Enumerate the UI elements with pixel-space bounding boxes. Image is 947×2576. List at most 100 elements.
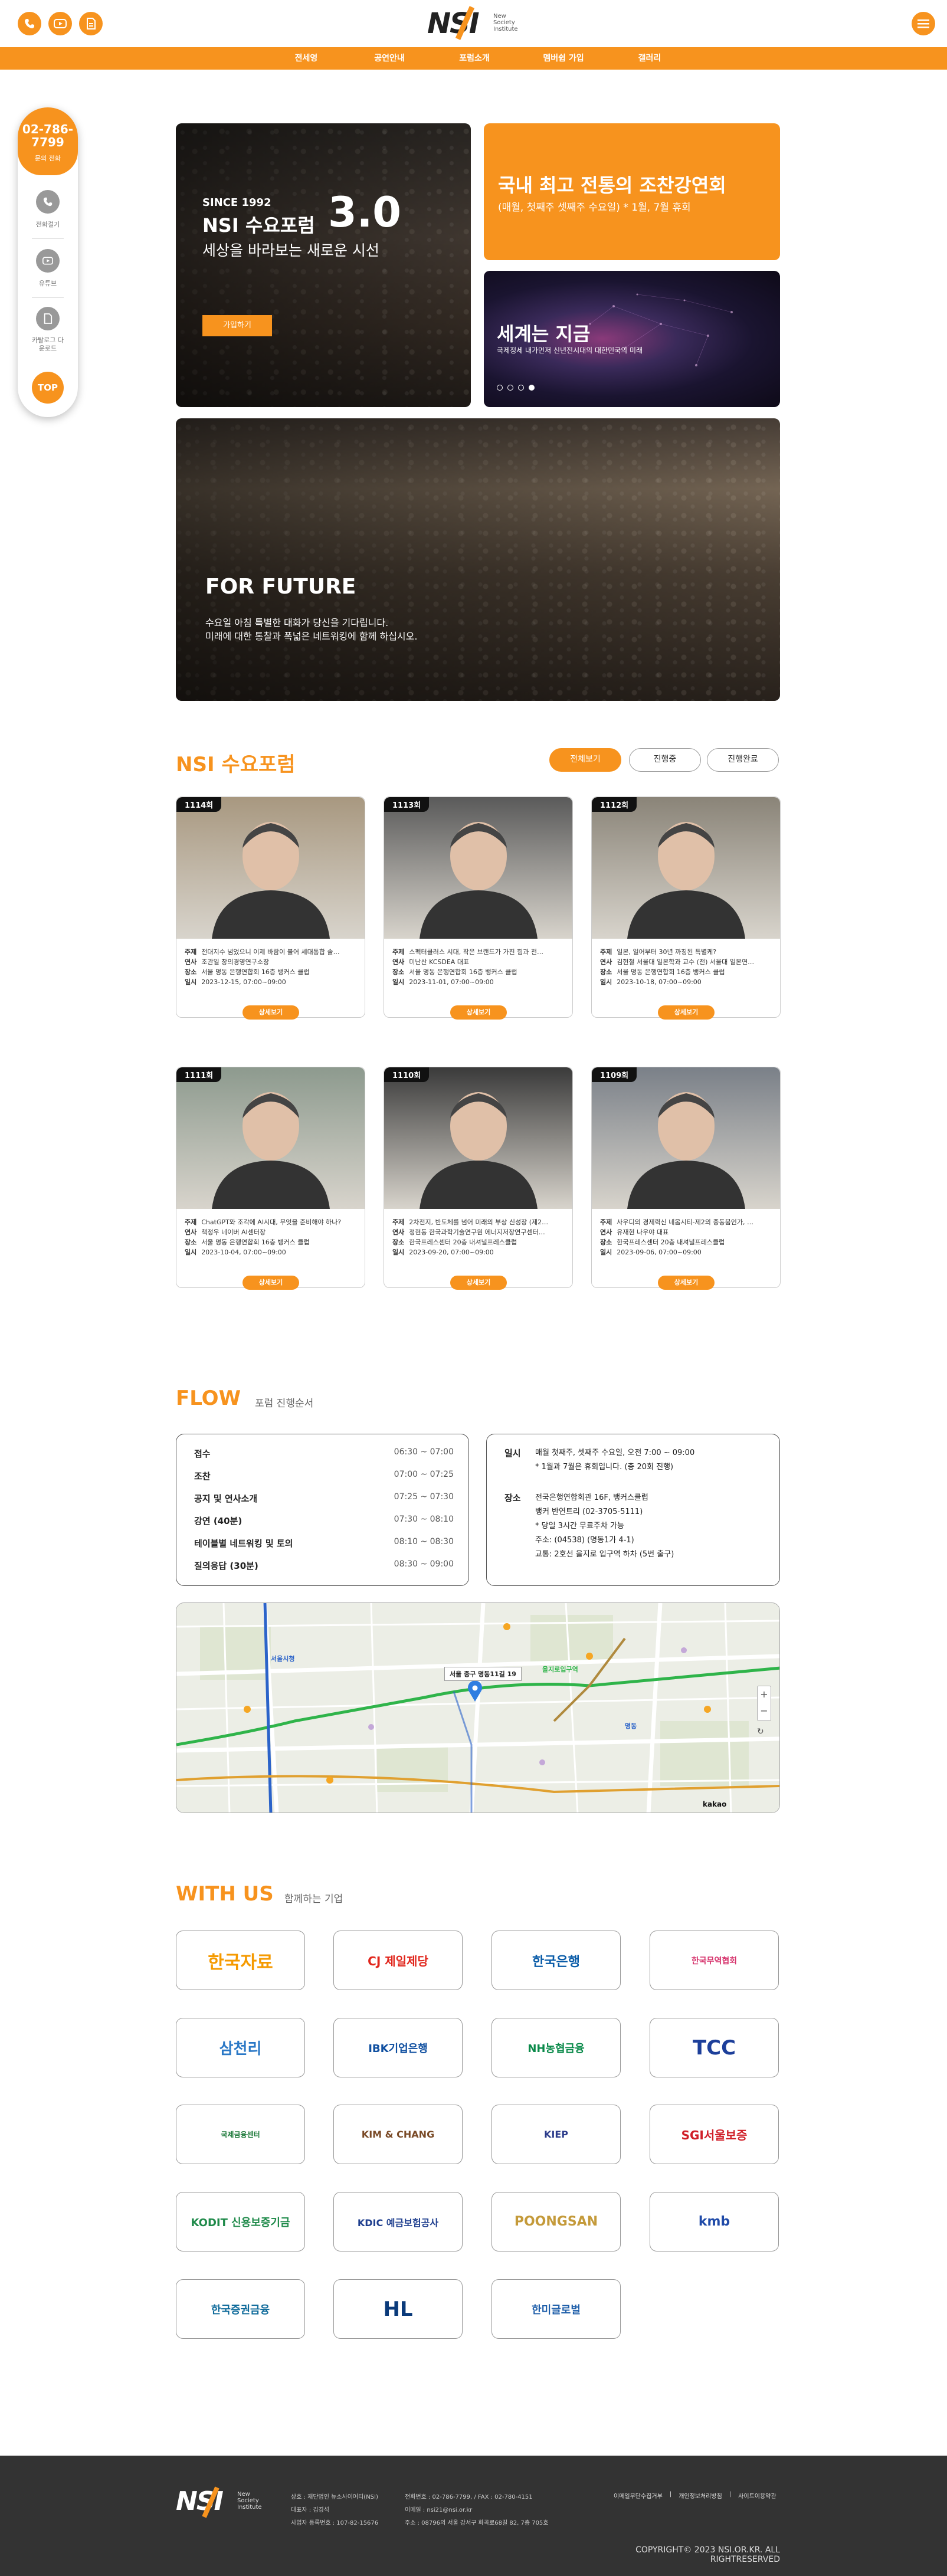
top-button[interactable]: TOP bbox=[32, 372, 64, 404]
details-button[interactable]: 상세보기 bbox=[658, 1005, 715, 1020]
hero-main-banner[interactable]: SINCE 1992 NSI 수요포럼 3.0 세상을 바라보는 새로운 시선 … bbox=[176, 123, 471, 407]
details-button[interactable]: 상세보기 bbox=[450, 1276, 507, 1290]
footer-link[interactable]: 개인정보처리방침 bbox=[679, 2491, 722, 2500]
hero-version: 3.0 bbox=[328, 188, 402, 237]
partner-logo[interactable]: KDIC 예금보험공사 bbox=[333, 2192, 463, 2251]
partner-logo[interactable]: KIEP bbox=[491, 2105, 621, 2164]
location-map[interactable]: 서울 중구 명동11길 19 서울시청 을지로입구역 명동 + − ↻ kakao bbox=[176, 1602, 780, 1813]
menu-icon[interactable] bbox=[912, 12, 935, 35]
forum-topic: 주제 일본, 일어부터 30년 까칭된 특별케? bbox=[600, 948, 717, 956]
carousel-dots bbox=[497, 385, 535, 391]
footer-link[interactable]: 이메일무단수집거부 bbox=[614, 2491, 663, 2500]
partner-logo[interactable]: 한국무역협회 bbox=[650, 1931, 779, 1990]
forum-card[interactable]: 1111회 주제 ChatGPT와 조각에 AI시대, 무엇을 준비해야 하나? 연사… bbox=[176, 1067, 365, 1290]
forum-place: 장소 한국프레스센터 20층 내셔널프레스클럽 bbox=[600, 1238, 725, 1246]
partner-logo[interactable]: 삼천리 bbox=[176, 2018, 305, 2077]
flow-section-subtitle: 포럼 진행순서 bbox=[255, 1398, 314, 1410]
forum-date: 일시 2023-09-20, 07:00~09:00 bbox=[392, 1248, 494, 1256]
forum-date: 일시 2023-09-06, 07:00~09:00 bbox=[600, 1248, 702, 1256]
partner-logo[interactable]: TCC bbox=[650, 2018, 779, 2077]
partner-logo[interactable]: 한미글로벌 bbox=[491, 2279, 621, 2339]
map-zoom-control[interactable]: + − bbox=[757, 1686, 771, 1721]
carousel-dot[interactable] bbox=[507, 385, 513, 391]
forum-date: 일시 2023-10-04, 07:00~09:00 bbox=[185, 1248, 286, 1256]
partner-name: 한국자료 bbox=[208, 1952, 273, 1973]
forum-speaker: 연사 책정우 네이버 AI센터장 bbox=[185, 1228, 266, 1236]
schedule-banner[interactable]: 국내 최고 전통의 조찬강연회 (매월, 첫째주 셋째주 수요일) * 1월, … bbox=[484, 123, 780, 260]
details-button[interactable]: 상세보기 bbox=[243, 1005, 299, 1020]
forum-place: 장소 서울 명동 은행연합회 16층 뱅커스 클럽 bbox=[185, 968, 310, 976]
forum-details: 주제 전대지수 넘었으니 이제 바람이 불어 세대통합 솔… 연사 조관일 창의경영연… bbox=[185, 947, 359, 987]
partner-logo[interactable]: SGI서울보증 bbox=[650, 2105, 779, 2164]
forum-number: 1111회 bbox=[176, 1067, 222, 1082]
schedule-subtitle: (매월, 첫째주 셋째주 수요일) * 1월, 7월 휴회 bbox=[498, 202, 691, 214]
partner-name: CJ 제일제당 bbox=[368, 1954, 428, 1968]
phone-icon bbox=[36, 190, 60, 214]
forum-speaker: 연사 유재현 나우야 대표 bbox=[600, 1228, 669, 1236]
partner-name: IBK기업은행 bbox=[368, 2042, 428, 2055]
kakao-logo: kakao bbox=[703, 1800, 727, 1808]
catalog-label: 카탈로그 다운로드 bbox=[31, 336, 64, 352]
carousel-dot[interactable] bbox=[497, 385, 503, 391]
nav-item-4[interactable]: 멤버쉽 가입 bbox=[516, 47, 611, 70]
forum-date: 일시 2023-12-15, 07:00~09:00 bbox=[185, 978, 286, 986]
youtube-icon bbox=[36, 249, 60, 273]
divider bbox=[32, 238, 64, 239]
phone-badge[interactable]: 02-786-7799 문의 전화 bbox=[18, 107, 78, 175]
partner-logo[interactable]: KIM & CHANG bbox=[333, 2105, 463, 2164]
nav-item-2[interactable]: 공연안내 bbox=[342, 47, 437, 70]
filter-ongoing-button[interactable]: 진행중 bbox=[629, 748, 701, 772]
flow-step: 공지 및 연사소개 07:25 ~ 07:30 bbox=[194, 1492, 454, 1504]
partner-logo[interactable]: kmb bbox=[650, 2192, 779, 2251]
forum-card[interactable]: 1110회 주제 2차전지, 반도체를 넘어 미래의 부상 신성장 (제2… 연사 정현… bbox=[384, 1067, 573, 1290]
forum-card[interactable]: 1109회 주제 사우디의 경제력신 네옴시티-제2의 중동붐인가, … 연사 유재현 … bbox=[591, 1067, 781, 1290]
nav-item-5[interactable]: 갤러리 bbox=[602, 47, 697, 70]
details-button[interactable]: 상세보기 bbox=[658, 1276, 715, 1290]
forum-card[interactable]: 1113회 주제 스펙터클러스 시대, 작은 브랜드가 가진 힘과 전… 연사 미난산 … bbox=[384, 797, 573, 1020]
partner-name: KODIT 신용보증기금 bbox=[191, 2216, 290, 2229]
youtube-icon[interactable] bbox=[48, 12, 72, 35]
call-button[interactable]: 전화걸기 bbox=[18, 190, 78, 229]
partner-logo[interactable]: 한국은행 bbox=[491, 1931, 621, 1990]
flow-section-title: FLOW bbox=[176, 1387, 241, 1410]
partner-logo[interactable]: 한국자료 bbox=[176, 1931, 305, 1990]
partner-logo[interactable]: IBK기업은행 bbox=[333, 2018, 463, 2077]
forum-details: 주제 일본, 일어부터 30년 까칭된 특별케? 연사 김현철 서울대 일본학과 교수… bbox=[600, 947, 774, 987]
filter-done-button[interactable]: 진행완료 bbox=[707, 748, 779, 772]
details-button[interactable]: 상세보기 bbox=[450, 1005, 507, 1020]
forum-topic: 주제 2차전지, 반도체를 넘어 미래의 부상 신성장 (제2… bbox=[392, 1218, 549, 1226]
map-pin-icon[interactable] bbox=[467, 1681, 483, 1702]
catalog-button[interactable]: 카탈로그 다운로드 bbox=[18, 307, 78, 353]
forum-card[interactable]: 1112회 주제 일본, 일어부터 30년 까칭된 특별케? 연사 김현철 서울대 일본… bbox=[591, 797, 781, 1020]
footer-link[interactable]: 사이트이용약관 bbox=[738, 2491, 776, 2500]
partner-name: 한미글로벌 bbox=[532, 2303, 581, 2316]
phone-icon[interactable] bbox=[18, 12, 41, 35]
join-button[interactable]: 가입하기 bbox=[202, 315, 272, 336]
partner-logo[interactable]: NH농협금융 bbox=[491, 2018, 621, 2077]
map-pin-label: 서울 중구 명동11길 19 bbox=[444, 1667, 522, 1681]
partner-logo[interactable]: 한국증권금융 bbox=[176, 2279, 305, 2339]
forum-topic: 주제 전대지수 넘었으니 이제 바람이 불어 세대통합 솔… bbox=[185, 948, 340, 956]
partners-section-title: WITH US bbox=[176, 1882, 274, 1906]
filter-all-button[interactable]: 전체보기 bbox=[549, 748, 621, 772]
footer-logo[interactable]: NSI New Society Institute bbox=[176, 2486, 270, 2522]
since-label: SINCE 1992 bbox=[202, 196, 271, 209]
nav-item-3[interactable]: 포럼소개 bbox=[427, 47, 522, 70]
partner-logo[interactable]: CJ 제일제당 bbox=[333, 1931, 463, 1990]
refresh-icon[interactable]: ↻ bbox=[757, 1727, 764, 1736]
carousel-dot-active[interactable] bbox=[529, 385, 535, 391]
details-button[interactable]: 상세보기 bbox=[243, 1276, 299, 1290]
site-footer: NSI New Society Institute 상호 : 재단법인 뉴소사이어티… bbox=[0, 2456, 947, 2576]
partner-logo[interactable]: HL bbox=[333, 2279, 463, 2339]
document-icon[interactable] bbox=[79, 12, 103, 35]
world-now-banner[interactable]: 세계는 지금 국제정세 내가먼저 신년전시대의 대한민국의 미래 bbox=[484, 271, 780, 407]
carousel-dot[interactable] bbox=[518, 385, 524, 391]
partner-logo[interactable]: KODIT 신용보증기금 bbox=[176, 2192, 305, 2251]
nav-item-1[interactable]: 전세영 bbox=[259, 47, 353, 70]
youtube-button[interactable]: 유튜브 bbox=[18, 249, 78, 288]
partner-logo[interactable]: 국제금융센터 bbox=[176, 2105, 305, 2164]
world-now-subtitle: 국제정세 내가먼저 신년전시대의 대한민국의 미래 bbox=[497, 346, 643, 355]
forum-card[interactable]: 1114회 주제 전대지수 넘었으니 이제 바람이 불어 세대통합 솔… 연사 조관일 … bbox=[176, 797, 365, 1020]
site-logo[interactable]: NSI New Society Institute bbox=[427, 6, 533, 41]
partner-logo[interactable]: POONGSAN bbox=[491, 2192, 621, 2251]
